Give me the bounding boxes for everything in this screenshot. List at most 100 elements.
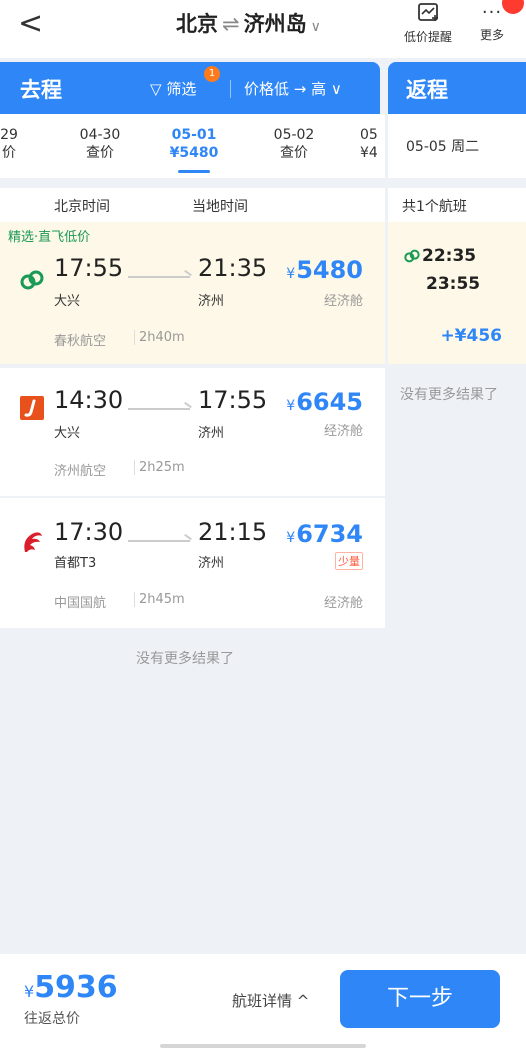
route-selector[interactable]: 北京 ⇌ 济州岛 ∨ [176,8,321,38]
departure-time: 17:55 [54,254,124,282]
selected-underline [178,170,210,173]
date-label: 05-02 [273,127,315,143]
return-count: 共1个航班 [402,199,467,215]
currency-symbol: ¥ [286,266,296,282]
total-label: 往返总价 [24,1011,80,1027]
spring-airlines-logo-icon [20,270,44,290]
arrival-time: 21:15 [198,518,268,546]
top-bar: < 北京 ⇌ 济州岛 ∨ 低价提醒 ··· 更多 [0,0,526,58]
date-price: ¥4 [360,145,378,161]
arrival-time: 21:35 [198,254,268,282]
price-value: 6645 [296,388,363,416]
currency-symbol: ¥ [286,398,296,414]
flight-card[interactable]: 17:30 首都T3 21:15 济州 ¥6734 少量 经济舱 中国国航 2h… [0,498,385,628]
total-value: 5936 [34,970,118,1005]
next-step-button[interactable]: 下一步 [340,970,500,1028]
more-button[interactable]: ··· 更多 [472,0,524,43]
low-stock-badge: 少量 [335,552,363,570]
date-label: 29 [0,127,18,143]
return-title: 返程 [406,78,448,102]
cabin-class: 经济舱 [323,294,363,309]
price-alert-button[interactable]: 低价提醒 [398,0,458,45]
cabin-class: 经济舱 [323,596,363,611]
more-label: 更多 [479,28,504,42]
date-price: 价 [2,145,16,161]
return-flight-card[interactable]: 22:35 23:55 +¥456 [388,222,526,364]
date-price: 查价 [86,145,114,161]
flight-card[interactable]: 精选·直飞低价 17:55 大兴 21:35 济州 ¥5480 经济舱 春秋航空… [0,222,385,364]
departure-airport: 首都T3 [54,556,97,571]
arrival-time: 17:55 [198,386,268,414]
date-price: 查价 [280,145,308,161]
flight-details-button[interactable]: 航班详情 ^ [232,990,309,1011]
return-header[interactable]: 返程 [388,62,526,114]
home-indicator [160,1044,366,1048]
flight-price: ¥5480 [286,256,363,284]
price-alert-label: 低价提醒 [403,30,452,44]
destination-city: 济州岛 [243,12,307,36]
outbound-title: 去程 [20,78,62,102]
departure-airport: 大兴 [54,426,81,441]
date-price: ¥5480 [169,145,219,161]
filter-icon: ▽ [150,80,162,98]
price-alert-icon [418,3,438,21]
flight-line [128,276,190,278]
column-header: 北京时间 当地时间 [0,188,385,222]
flight-price: ¥6734 [286,520,363,548]
date-label: 04-30 [79,127,121,143]
arrival-airport: 济州 [198,426,225,441]
date-item[interactable]: 29 价 [0,126,24,162]
flight-tag: 精选·直飞低价 [8,230,91,245]
arrival-airport: 济州 [198,294,225,309]
swap-icon: ⇌ [222,12,240,36]
filter-button[interactable]: ▽ 筛选 [150,78,196,99]
date-item[interactable]: 05-02 查价 [266,126,322,162]
outbound-no-more-results: 没有更多结果了 [136,651,234,667]
air-china-logo-icon [24,532,42,552]
filter-count-badge: 1 [204,66,220,82]
currency-symbol: ¥ [286,530,296,546]
spring-airlines-logo-icon [404,249,420,263]
flight-line [128,408,190,410]
price-value: 5480 [296,256,363,284]
sort-button[interactable]: 价格低 → 高 ∨ [244,78,342,99]
departure-time: 14:30 [54,386,124,414]
outbound-header: 去程 ▽ 筛选 1 价格低 → 高 ∨ [0,62,380,114]
date-strip: 29 价 04-30 查价 05-01 ¥5480 05-02 查价 05 ¥4 [0,114,385,178]
airline-name: 中国国航 [54,596,107,611]
return-panel-bg [388,364,526,954]
flight-duration: 2h25m [134,460,185,475]
return-arrival-time: 23:55 [426,274,481,294]
return-date-label: 05-05 周二 [406,139,480,155]
return-date[interactable]: 05-05 周二 [388,114,526,178]
chevron-down-icon: ∨ [310,19,321,35]
airline-name: 春秋航空 [54,334,107,349]
date-item[interactable]: 05 ¥4 [360,126,385,162]
cabin-class: 经济舱 [323,424,363,439]
flight-card[interactable]: 14:30 大兴 17:55 济州 ¥6645 经济舱 济州航空 2h25m [0,368,385,496]
total-price: ¥5936 [24,970,118,1005]
price-value: 6734 [296,520,363,548]
arrival-airport: 济州 [198,556,225,571]
bottom-bar: ¥5936 往返总价 航班详情 ^ 下一步 [0,954,526,1051]
date-label: 05 [360,127,378,143]
currency-symbol: ¥ [24,982,35,1001]
flight-duration: 2h40m [134,330,185,345]
return-departure-time: 22:35 [422,246,477,266]
flight-duration: 2h45m [134,592,185,607]
flight-price: ¥6645 [286,388,363,416]
date-label: 05-01 [171,127,217,143]
flight-line [128,540,190,542]
return-no-more-results: 没有更多结果了 [400,387,498,403]
return-count-header: 共1个航班 [388,188,526,222]
local-time-label: 当地时间 [192,199,248,215]
back-icon[interactable]: < [18,6,43,41]
return-price-diff: +¥456 [440,326,502,346]
airline-name: 济州航空 [54,464,107,479]
origin-city: 北京 [176,12,218,36]
date-item-selected[interactable]: 05-01 ¥5480 [164,126,224,173]
departure-time: 17:30 [54,518,124,546]
date-item[interactable]: 04-30 查价 [72,126,128,162]
jeju-air-logo-icon [20,396,44,420]
filter-label: 筛选 [166,80,197,98]
